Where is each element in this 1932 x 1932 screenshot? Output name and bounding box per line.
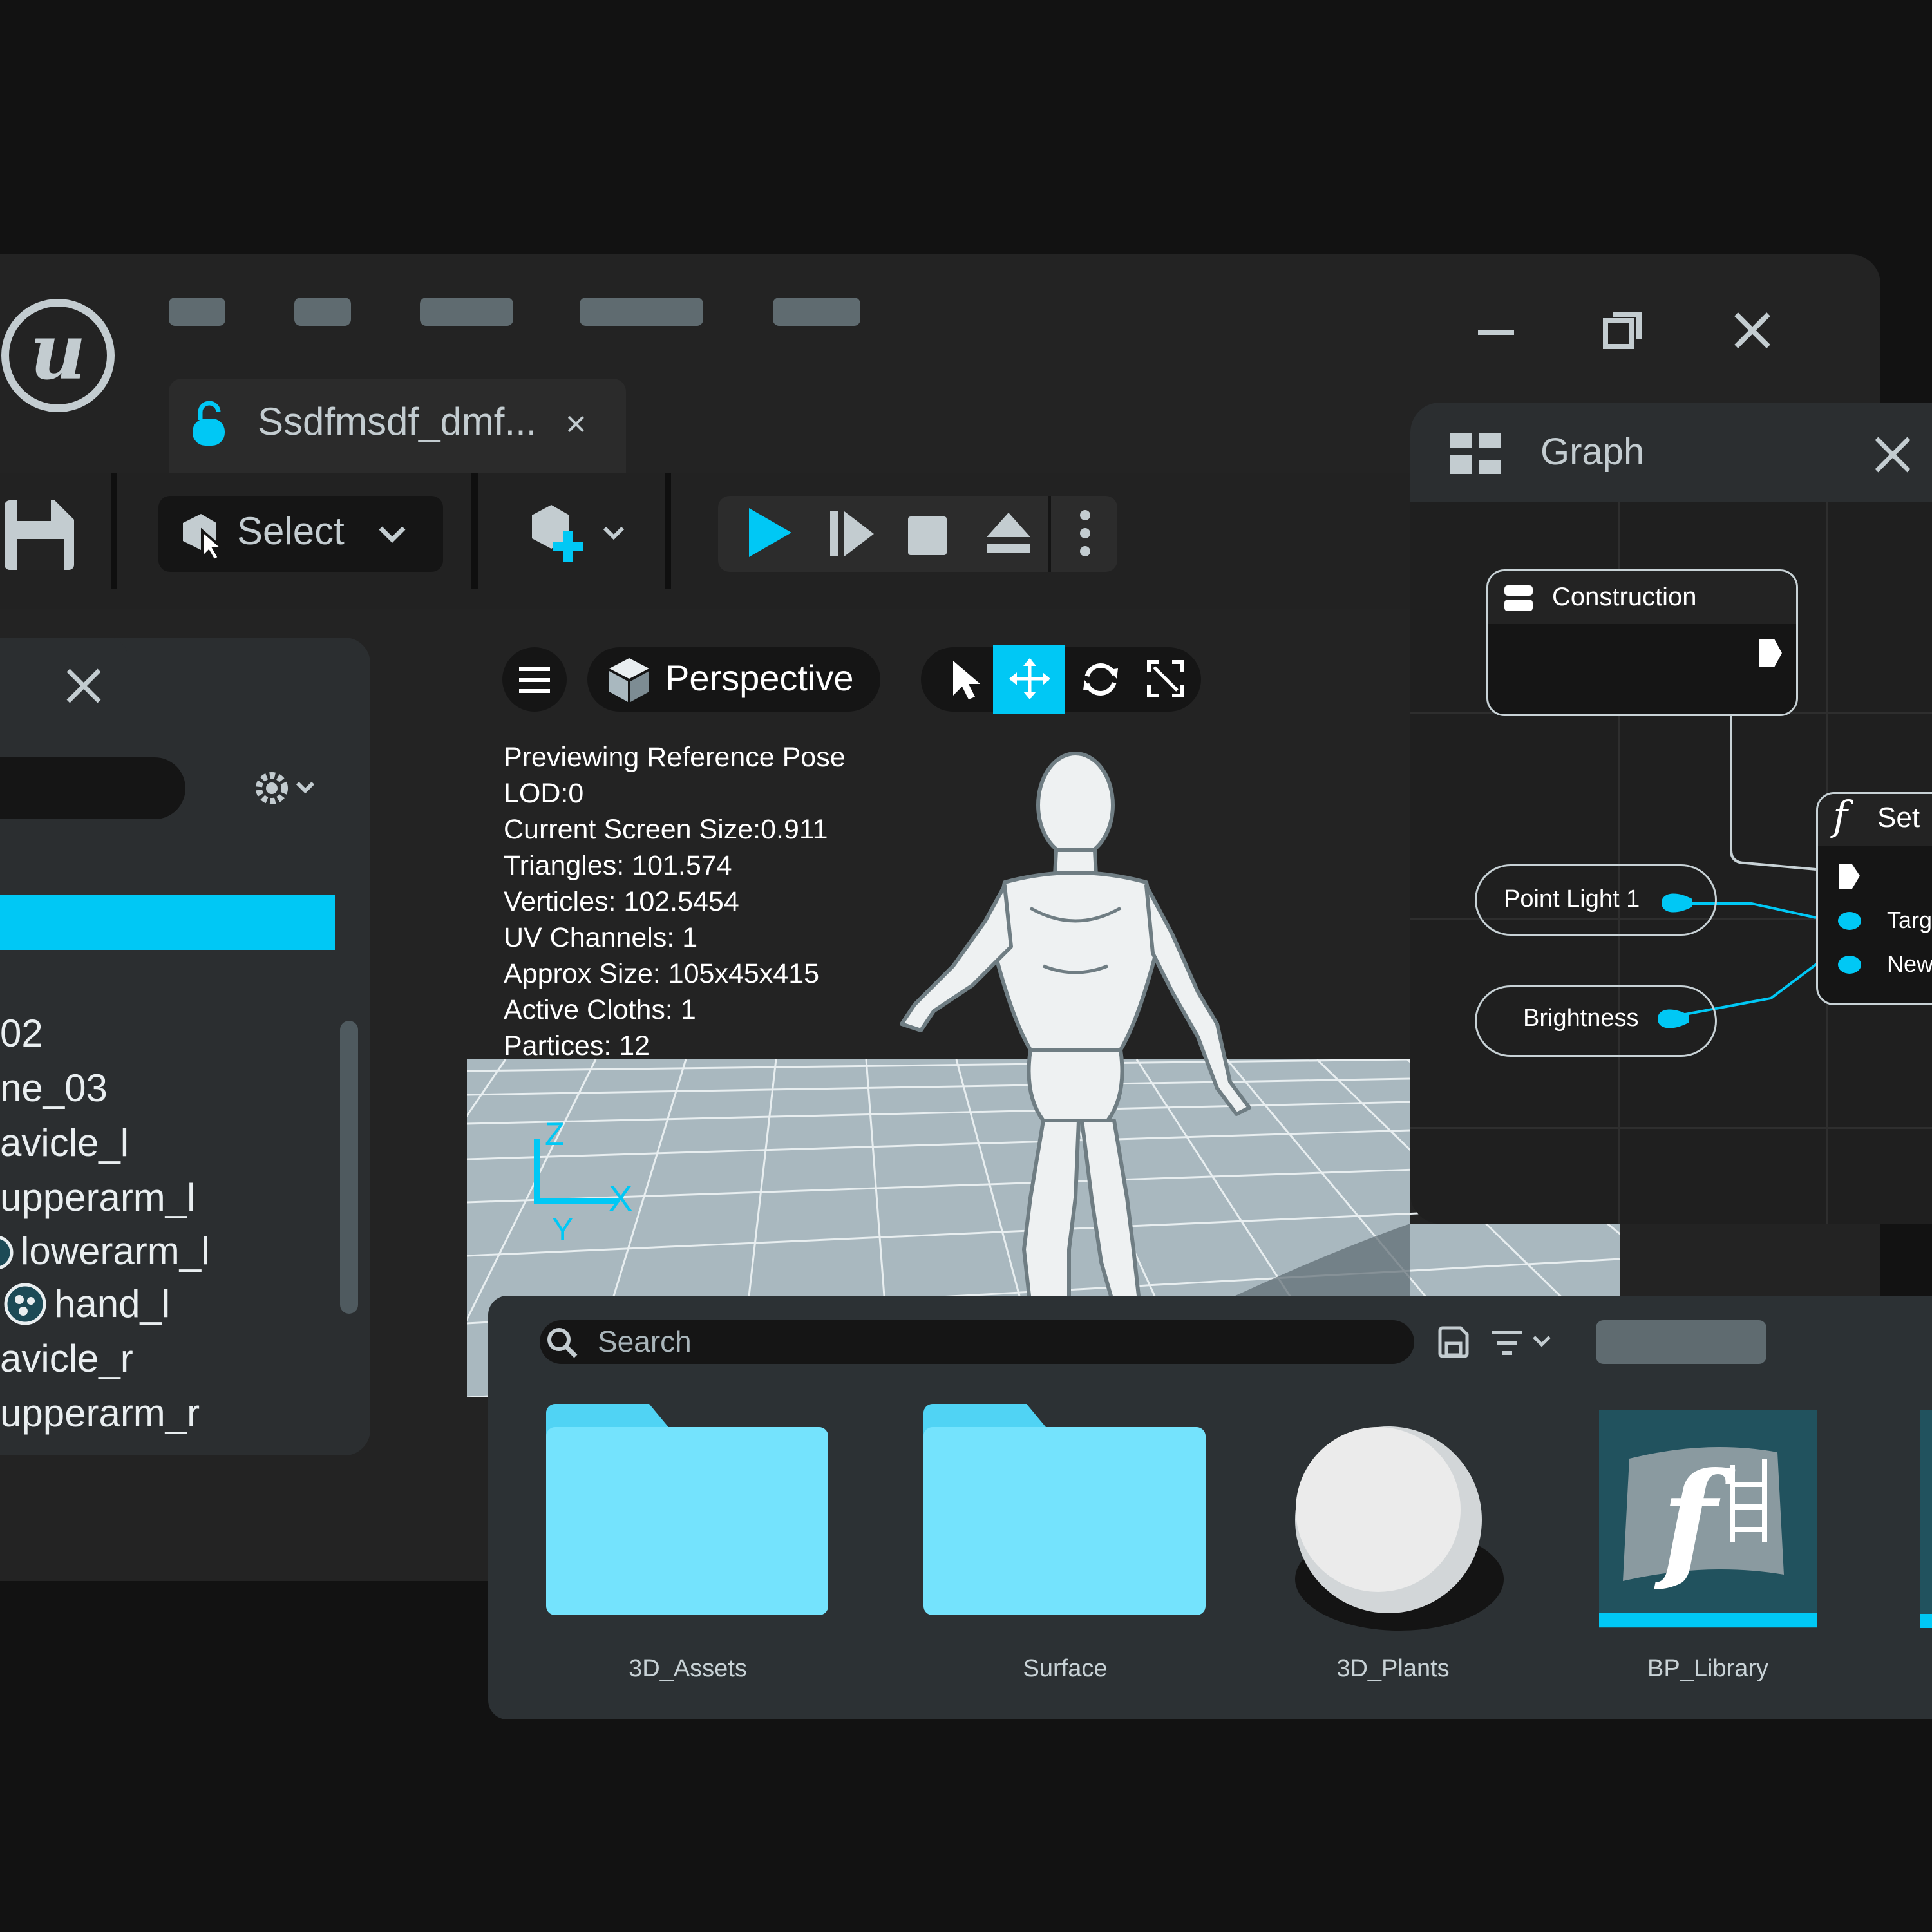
menu-item-5[interactable] <box>773 298 860 326</box>
play-controls-divider <box>1048 496 1051 572</box>
brightness-label: Brightness <box>1523 1005 1639 1032</box>
stop-icon[interactable] <box>907 515 948 556</box>
folder-label: Surface <box>1023 1655 1108 1682</box>
sphere-asset-icon[interactable] <box>1293 1425 1512 1637</box>
menu-item-4[interactable] <box>580 298 703 326</box>
construction-node-title: Construction <box>1552 583 1697 611</box>
menu-item-2[interactable] <box>294 298 351 326</box>
outliner-scrollbar[interactable] <box>340 1021 358 1314</box>
tree-item[interactable]: upperarm_l <box>0 1175 196 1220</box>
select-cursor-icon[interactable] <box>947 657 985 702</box>
chevron-down-icon <box>379 526 406 543</box>
viewport-stats: Previewing Reference Pose LOD:0 Current … <box>504 739 846 1064</box>
point-light-label: Point Light 1 <box>1504 886 1640 913</box>
grid-line <box>1410 1127 1932 1129</box>
axis-x-label: X <box>609 1178 633 1218</box>
menu-item-1[interactable] <box>169 298 225 326</box>
input-pin-icon[interactable] <box>1837 909 1862 933</box>
play-icon[interactable] <box>744 506 795 560</box>
perspective-label: Perspective <box>665 658 854 698</box>
more-options-icon[interactable] <box>1072 507 1098 559</box>
select-cube-cursor-icon <box>183 514 227 560</box>
svg-text:u: u <box>30 307 86 397</box>
asset-label: 3D_Plants <box>1336 1655 1450 1682</box>
asset-label: BP_Library <box>1647 1655 1768 1682</box>
folder-icon[interactable] <box>923 1404 1207 1616</box>
tree-item[interactable]: ne_03 <box>0 1066 108 1110</box>
minimize-icon[interactable] <box>1475 312 1520 351</box>
function-icon: f <box>1833 792 1848 839</box>
bone-icon <box>0 1236 14 1269</box>
partial-asset-tile[interactable] <box>1920 1410 1932 1628</box>
event-icon <box>1504 585 1533 611</box>
stat-line: Triangles: 101.574 <box>504 850 732 881</box>
function-library-icon: f <box>1623 1446 1784 1596</box>
tree-item[interactable]: upperarm_r <box>0 1391 200 1435</box>
save-icon[interactable] <box>3 499 77 573</box>
select-label: Select <box>237 509 345 553</box>
menu-item-3[interactable] <box>420 298 513 326</box>
close-icon[interactable] <box>1731 309 1774 352</box>
tree-item[interactable]: lowerarm_l <box>21 1229 209 1273</box>
eject-icon[interactable] <box>985 510 1032 556</box>
outliner-close-icon[interactable] <box>64 667 103 705</box>
unreal-logo[interactable]: u <box>0 296 119 415</box>
tab-title: Ssdfmsdf_dmf... <box>258 400 537 443</box>
tree-item[interactable]: hand_l <box>54 1282 170 1326</box>
bone-icon <box>4 1283 46 1325</box>
tree-item[interactable]: avicle_l <box>0 1121 129 1165</box>
exec-pin-icon[interactable] <box>1756 636 1785 670</box>
output-pin-icon[interactable] <box>1655 1005 1691 1033</box>
step-forward-icon[interactable] <box>828 509 879 560</box>
hamburger-menu-icon <box>519 667 550 693</box>
add-actor-chevron-icon[interactable] <box>602 523 628 545</box>
filter-icon[interactable] <box>1489 1327 1557 1359</box>
move-arrows-icon <box>1009 658 1050 699</box>
set-pin-label: New <box>1887 951 1932 977</box>
rotate-icon[interactable] <box>1081 659 1121 699</box>
settings-gear-icon[interactable] <box>251 768 322 810</box>
asset-selected-indicator <box>1599 1613 1817 1627</box>
folder-label: 3D_Assets <box>629 1655 747 1682</box>
toolbar-divider <box>665 473 671 589</box>
outliner-selected-row[interactable] <box>0 895 335 950</box>
axis-y-label: Y <box>552 1211 574 1247</box>
grid-layout-icon <box>1450 433 1501 474</box>
stat-line: UV Channels: 1 <box>504 922 698 953</box>
toolbar-divider <box>111 473 117 589</box>
stat-line: Partices: 12 <box>504 1030 650 1061</box>
search-icon <box>547 1328 578 1358</box>
tab-close-icon[interactable]: × <box>565 402 587 444</box>
add-actor-icon[interactable] <box>529 502 600 567</box>
stat-line: Approx Size: 105x45x415 <box>504 958 820 989</box>
stat-line: Verticles: 102.5454 <box>504 886 739 917</box>
tree-item[interactable]: 02 <box>0 1011 43 1056</box>
browser-action-button[interactable] <box>1596 1320 1766 1364</box>
outliner-search-input[interactable] <box>0 757 185 819</box>
outliner-tab[interactable] <box>0 638 128 734</box>
stat-line: Previewing Reference Pose <box>504 742 846 773</box>
tree-item[interactable]: avicle_r <box>0 1336 133 1381</box>
lock-icon <box>193 401 225 446</box>
output-pin-icon[interactable] <box>1659 889 1695 917</box>
set-pin-label: Targ <box>1887 907 1932 933</box>
restore-icon[interactable] <box>1600 308 1645 353</box>
set-node-title: Set <box>1877 802 1920 833</box>
stat-line: Current Screen Size:0.911 <box>504 814 828 845</box>
toolbar-divider <box>471 473 478 589</box>
folder-icon[interactable] <box>546 1404 829 1616</box>
save-filter-icon[interactable] <box>1437 1325 1470 1359</box>
cube-icon <box>609 658 649 702</box>
stat-line: LOD:0 <box>504 778 584 809</box>
graph-title: Graph <box>1540 431 1645 473</box>
stat-line: Active Cloths: 1 <box>504 994 696 1025</box>
graph-close-icon[interactable] <box>1873 435 1913 475</box>
mannequin-model <box>900 752 1251 1307</box>
input-pin-icon[interactable] <box>1837 953 1862 976</box>
scale-icon[interactable] <box>1146 659 1185 698</box>
search-placeholder: Search <box>598 1325 692 1358</box>
axis-z-label: Z <box>545 1116 565 1152</box>
exec-pin-icon[interactable] <box>1837 862 1862 891</box>
